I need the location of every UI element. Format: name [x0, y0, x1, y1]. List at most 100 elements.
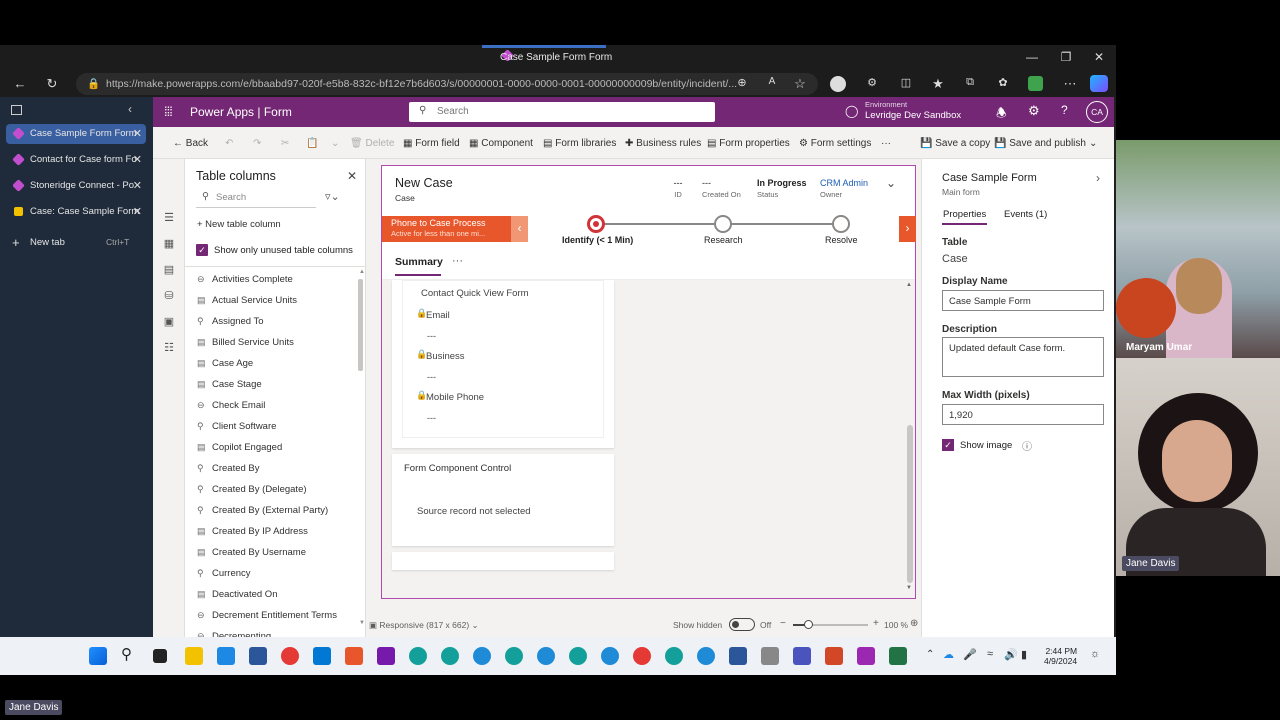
- tab-actions-icon[interactable]: [11, 105, 22, 115]
- tab-stoneridge[interactable]: Stoneridge Connect - Po ✕: [6, 176, 146, 196]
- chevron-up-icon[interactable]: ⌃: [926, 649, 934, 660]
- scroll-down-icon[interactable]: ▼: [906, 585, 912, 591]
- read-aloud-icon[interactable]: A: [762, 76, 782, 87]
- save-publish-button[interactable]: 💾 Save and publish: [994, 138, 1086, 149]
- stage-resolve[interactable]: Resolve: [825, 235, 858, 245]
- column-item[interactable]: ▤ Actual Service Units: [197, 295, 297, 306]
- tools-icon[interactable]: [761, 647, 779, 665]
- favorites-icon[interactable]: ★: [928, 76, 948, 92]
- bell-icon[interactable]: 🕭: [996, 104, 1007, 125]
- show-hidden-toggle[interactable]: [729, 618, 755, 631]
- outlook-icon[interactable]: [313, 647, 331, 665]
- profile-icon[interactable]: [830, 76, 846, 92]
- powerpoint-icon[interactable]: [825, 647, 843, 665]
- column-item[interactable]: ⚲ Currency: [197, 568, 251, 579]
- edge-icon[interactable]: [409, 647, 427, 665]
- performance-icon[interactable]: ✿: [993, 76, 1013, 89]
- show-unused-toggle[interactable]: ✓ Show only unused table columns: [196, 244, 366, 258]
- onenote-icon[interactable]: [377, 647, 395, 665]
- column-item[interactable]: ⊖ Check Email: [197, 400, 265, 411]
- edge-icon[interactable]: [697, 647, 715, 665]
- max-width-input[interactable]: 1,920: [942, 404, 1104, 425]
- responsive-dropdown[interactable]: ▣ Responsive (817 x 662) ⌄: [369, 620, 479, 631]
- paint-icon[interactable]: [857, 647, 875, 665]
- stage-research[interactable]: Research: [704, 235, 743, 245]
- form-field-button[interactable]: ▦ Form field: [403, 138, 460, 149]
- quick-view-section[interactable]: Contact Quick View Form 🔒 Email --- 🔒 Bu…: [392, 280, 614, 448]
- column-item[interactable]: ⊖ Activities Complete: [197, 274, 293, 285]
- scrollbar-thumb[interactable]: [358, 279, 363, 371]
- column-item[interactable]: ⚲ Assigned To: [197, 316, 264, 327]
- stage-resolve-icon[interactable]: [832, 215, 850, 233]
- redo-icon[interactable]: ↷: [253, 138, 261, 149]
- column-item[interactable]: ▤ Deactivated On: [197, 589, 277, 600]
- zoom-in-icon[interactable]: +: [873, 618, 879, 629]
- collapse-tabs-icon[interactable]: ‹: [128, 102, 132, 116]
- column-item[interactable]: ▤ Created By Username: [197, 547, 306, 558]
- zoom-slider[interactable]: [793, 620, 868, 629]
- filter-icon[interactable]: ▿⌄: [325, 190, 340, 203]
- edge-icon[interactable]: [473, 647, 491, 665]
- volume-icon[interactable]: 🔊: [1004, 648, 1018, 661]
- new-column-button[interactable]: + New table column: [197, 219, 281, 230]
- column-item[interactable]: ▤ Billed Service Units: [197, 337, 294, 348]
- excel-icon[interactable]: [889, 647, 907, 665]
- chrome-icon[interactable]: [633, 647, 651, 665]
- help-icon[interactable]: ?: [1061, 103, 1068, 117]
- file-explorer-icon[interactable]: [185, 647, 203, 665]
- tree-view-icon[interactable]: ☷: [162, 341, 176, 354]
- onedrive-icon[interactable]: ☁: [943, 648, 954, 661]
- scroll-up-icon[interactable]: ▲: [359, 269, 365, 275]
- environment-picker[interactable]: Environment Levridge Dev Sandbox: [865, 100, 961, 121]
- tab-events[interactable]: Events (1): [1004, 209, 1047, 220]
- display-name-input[interactable]: Case Sample Form: [942, 290, 1104, 311]
- column-item[interactable]: ▤ Case Stage: [197, 379, 262, 390]
- edge-icon[interactable]: [441, 647, 459, 665]
- tab-case-form[interactable]: Case: Case Sample Form ✕: [6, 202, 146, 222]
- collections-icon[interactable]: ⧉: [960, 76, 980, 89]
- tab-properties[interactable]: Properties: [943, 209, 986, 220]
- notepad-icon[interactable]: [217, 647, 235, 665]
- column-item[interactable]: ▤ Case Age: [197, 358, 253, 369]
- table-columns-icon[interactable]: ▤: [162, 263, 176, 276]
- save-copy-button[interactable]: 💾 Save a copy: [920, 138, 990, 149]
- column-item[interactable]: ⊖ Decrement Entitlement Terms: [197, 610, 337, 621]
- column-item[interactable]: ⚲ Client Software: [197, 421, 276, 432]
- restore-icon[interactable]: ❐: [1056, 50, 1076, 64]
- clock[interactable]: 2:44 PM 4/9/2024: [1044, 646, 1077, 666]
- tab-summary[interactable]: Summary: [395, 256, 443, 268]
- more-commands-icon[interactable]: ···: [881, 138, 891, 149]
- paste-dropdown-icon[interactable]: ⌄: [331, 138, 339, 149]
- business-rules-button[interactable]: ✚ Business rules: [625, 138, 701, 149]
- empty-section[interactable]: [392, 552, 614, 570]
- header-expand-icon[interactable]: ⌄: [886, 176, 896, 190]
- avatar[interactable]: CA: [1086, 101, 1108, 123]
- gear-icon[interactable]: ⚙: [1028, 103, 1040, 119]
- form-icon[interactable]: ▣: [162, 315, 176, 328]
- vscode-icon[interactable]: [249, 647, 267, 665]
- form-libraries-button[interactable]: ▤ Form libraries: [543, 138, 616, 149]
- tab-case-sample-form[interactable]: Case Sample Form Form ✕: [6, 124, 146, 144]
- delete-button[interactable]: 🗑 Delete: [350, 138, 394, 149]
- save-dropdown-icon[interactable]: ⌄: [1089, 138, 1097, 149]
- column-item[interactable]: ⚲ Created By (Delegate): [197, 484, 307, 495]
- close-tab-icon[interactable]: ✕: [133, 205, 142, 218]
- cut-icon[interactable]: ✂: [281, 138, 289, 149]
- task-view-icon[interactable]: [153, 649, 167, 663]
- extension-green-icon[interactable]: [1028, 76, 1043, 91]
- zoom-out-icon[interactable]: −: [780, 618, 786, 629]
- component-button[interactable]: ▦ Component: [469, 138, 533, 149]
- global-search[interactable]: ⚲ Search: [409, 102, 715, 122]
- component-section[interactable]: Form Component Control Source record not…: [392, 454, 614, 546]
- form-settings-button[interactable]: ⚙ Form settings: [799, 138, 871, 149]
- chrome-icon[interactable]: [281, 647, 299, 665]
- new-tab-button[interactable]: + New tab Ctrl+T: [6, 233, 146, 253]
- favorite-star-icon[interactable]: ☆: [790, 76, 810, 92]
- columns-search-input[interactable]: ⚲ Search: [196, 188, 316, 208]
- components-icon[interactable]: ▦: [162, 237, 176, 250]
- edge-icon[interactable]: [601, 647, 619, 665]
- chevron-right-icon[interactable]: ›: [1096, 171, 1100, 185]
- database-icon[interactable]: ⛁: [162, 289, 176, 302]
- info-icon[interactable]: ⓘ: [1022, 438, 1032, 453]
- description-input[interactable]: Updated default Case form.: [942, 337, 1104, 377]
